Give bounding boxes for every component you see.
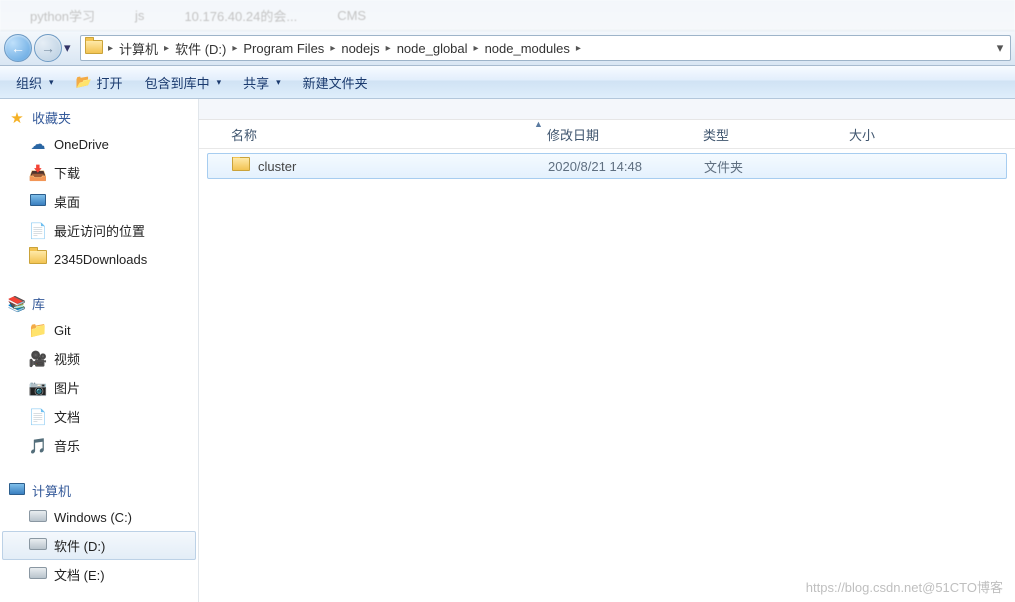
picture-icon: 📷 xyxy=(29,379,47,397)
breadcrumb-node-modules[interactable]: node_modules xyxy=(482,36,573,60)
sidebar-item-recent[interactable]: 📄最近访问的位置 xyxy=(2,216,196,245)
folder-icon xyxy=(232,157,250,175)
document-icon: 📄 xyxy=(29,408,47,426)
column-header-type[interactable]: 类型 xyxy=(695,125,841,144)
file-type: 文件夹 xyxy=(696,157,842,176)
breadcrumb-drive-d[interactable]: 软件 (D:) xyxy=(172,36,229,60)
share-button[interactable]: 共享▾ xyxy=(235,70,289,95)
file-date: 2020/8/21 14:48 xyxy=(540,159,696,174)
breadcrumb-nodejs[interactable]: nodejs xyxy=(338,36,382,60)
column-header-name[interactable]: 名称 xyxy=(223,125,539,144)
menu-strip xyxy=(199,99,1015,120)
column-header-date[interactable]: 修改日期 xyxy=(539,125,695,144)
video-icon: 🎥 xyxy=(29,350,47,368)
folder-icon xyxy=(85,39,103,57)
computer-icon xyxy=(8,482,26,500)
file-list[interactable]: cluster 2020/8/21 14:48 文件夹 xyxy=(199,149,1015,602)
table-row[interactable]: cluster 2020/8/21 14:48 文件夹 xyxy=(207,153,1007,179)
path-dropdown-icon[interactable]: ▾ xyxy=(992,40,1008,56)
download-icon: 📥 xyxy=(29,164,47,182)
content-pane: ▲ 名称 修改日期 类型 大小 cluster 2020/8/21 14:48 … xyxy=(199,99,1015,602)
sidebar-item-drive-d[interactable]: 软件 (D:) xyxy=(2,531,196,560)
sidebar-item-2345downloads[interactable]: 2345Downloads xyxy=(2,245,196,273)
sidebar-item-music[interactable]: 🎵音乐 xyxy=(2,431,196,460)
open-icon: 📂 xyxy=(76,74,92,90)
column-header-size[interactable]: 大小 xyxy=(841,125,937,144)
sidebar-item-desktop[interactable]: 桌面 xyxy=(2,187,196,216)
breadcrumb[interactable]: ▸ 计算机 ▸ 软件 (D:) ▸ Program Files ▸ nodejs… xyxy=(80,35,1011,61)
breadcrumb-program-files[interactable]: Program Files xyxy=(240,36,327,60)
organize-button[interactable]: 组织▾ xyxy=(8,70,62,95)
file-name: cluster xyxy=(258,159,296,174)
sidebar-item-drive-e[interactable]: 文档 (E:) xyxy=(2,560,196,589)
folder-icon xyxy=(29,250,47,268)
navigation-pane: ★收藏夹 ☁OneDrive 📥下载 桌面 📄最近访问的位置 2345Downl… xyxy=(0,99,199,602)
sidebar-item-pictures[interactable]: 📷图片 xyxy=(2,373,196,402)
address-bar: ← → ▾ ▸ 计算机 ▸ 软件 (D:) ▸ Program Files ▸ … xyxy=(0,31,1015,66)
background-tabs: python学习js10.176.40.24的会...CMS xyxy=(0,0,1015,31)
new-folder-button[interactable]: 新建文件夹 xyxy=(295,70,376,95)
music-icon: 🎵 xyxy=(29,437,47,455)
chevron-right-icon[interactable]: ▸ xyxy=(573,43,584,54)
open-button[interactable]: 📂打开 xyxy=(68,70,131,95)
sort-indicator-icon: ▲ xyxy=(534,119,543,129)
toolbar: 组织▾ 📂打开 包含到库中▾ 共享▾ 新建文件夹 xyxy=(0,66,1015,99)
breadcrumb-computer[interactable]: 计算机 xyxy=(116,36,161,60)
breadcrumb-node-global[interactable]: node_global xyxy=(394,36,471,60)
sidebar-item-onedrive[interactable]: ☁OneDrive xyxy=(2,130,196,158)
back-button[interactable]: ← xyxy=(4,34,32,62)
sidebar-item-drive-c[interactable]: Windows (C:) xyxy=(2,503,196,531)
sidebar-item-videos[interactable]: 🎥视频 xyxy=(2,344,196,373)
computer-header[interactable]: 计算机 xyxy=(0,478,198,503)
library-icon: 📚 xyxy=(8,295,26,313)
chevron-right-icon[interactable]: ▸ xyxy=(105,43,116,54)
libraries-header[interactable]: 📚库 xyxy=(0,291,198,316)
chevron-right-icon[interactable]: ▸ xyxy=(161,43,172,54)
chevron-right-icon[interactable]: ▸ xyxy=(383,43,394,54)
recent-icon: 📄 xyxy=(29,222,47,240)
include-in-library-button[interactable]: 包含到库中▾ xyxy=(137,70,230,95)
star-icon: ★ xyxy=(8,109,26,127)
git-icon: 📁 xyxy=(29,321,47,339)
chevron-down-icon: ▾ xyxy=(276,77,281,88)
chevron-down-icon: ▾ xyxy=(49,77,54,88)
drive-icon xyxy=(29,537,47,555)
chevron-right-icon[interactable]: ▸ xyxy=(229,43,240,54)
drive-icon xyxy=(29,508,47,526)
sidebar-item-downloads[interactable]: 📥下载 xyxy=(2,158,196,187)
favorites-header[interactable]: ★收藏夹 xyxy=(0,105,198,130)
desktop-icon xyxy=(29,193,47,211)
forward-button[interactable]: → xyxy=(34,34,62,62)
sidebar-item-documents[interactable]: 📄文档 xyxy=(2,402,196,431)
sidebar-item-git[interactable]: 📁Git xyxy=(2,316,196,344)
cloud-icon: ☁ xyxy=(29,135,47,153)
chevron-right-icon[interactable]: ▸ xyxy=(327,43,338,54)
column-headers: ▲ 名称 修改日期 类型 大小 xyxy=(199,120,1015,149)
chevron-right-icon[interactable]: ▸ xyxy=(471,43,482,54)
drive-icon xyxy=(29,566,47,584)
nav-history-dropdown[interactable]: ▾ xyxy=(64,40,78,56)
chevron-down-icon: ▾ xyxy=(217,77,222,88)
